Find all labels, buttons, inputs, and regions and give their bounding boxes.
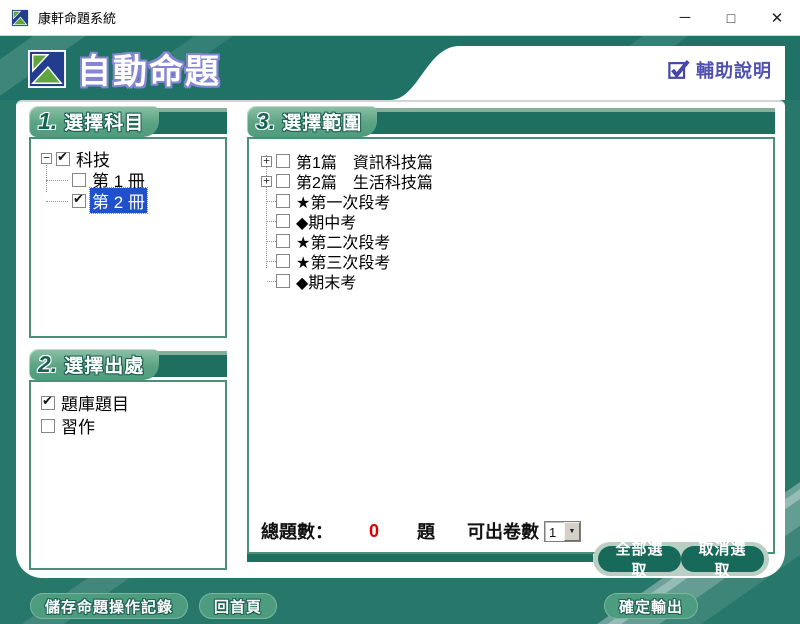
tree-row: + 第1篇 資訊科技篇 xyxy=(261,151,771,171)
footer-bar: 儲存命題操作記錄 回首頁 確定輸出 xyxy=(0,578,800,624)
panel-header-tab: 2. 選擇出處 xyxy=(29,349,159,380)
panel-title: 選擇出處 xyxy=(64,351,144,378)
tree-connector xyxy=(266,155,267,268)
panel-header-tab: 1. 選擇科目 xyxy=(29,106,159,137)
app-window: 康軒命題系統 ─ □ ✕ 自動命題 輔助說明 xyxy=(0,0,800,624)
checkbox-unchecked[interactable] xyxy=(276,214,290,228)
tree-connector xyxy=(41,190,72,211)
check-icon: ✔ xyxy=(57,149,68,165)
select-all-button[interactable]: 全部選取 xyxy=(598,546,681,572)
window-titlebar: 康軒命題系統 ─ □ ✕ xyxy=(0,0,800,36)
source-list-box: ✔ 題庫題目 習作 xyxy=(29,380,227,570)
checkbox-unchecked[interactable] xyxy=(276,274,290,288)
save-record-button[interactable]: 儲存命題操作記錄 xyxy=(30,593,188,619)
checkbox-unchecked[interactable] xyxy=(276,174,290,188)
help-button[interactable]: 輔助說明 xyxy=(668,57,772,83)
page-title-group: 自動命題 xyxy=(28,44,221,93)
range-bottom-bar xyxy=(247,554,593,562)
checkbox-unchecked[interactable] xyxy=(276,234,290,248)
window-title: 康軒命題系統 xyxy=(38,8,662,27)
paper-count-label: 可出卷數 xyxy=(467,518,539,544)
page-title: 自動命題 xyxy=(77,44,221,93)
panel-number: 2. xyxy=(38,351,57,378)
expand-toggle-icon[interactable]: + xyxy=(261,156,272,167)
tree-lead: + xyxy=(261,156,276,167)
tree-item-label-selected[interactable]: 第 2 冊 xyxy=(90,188,147,213)
checkbox-checked[interactable]: ✔ xyxy=(72,194,86,208)
panel-select-range: 3. 選擇範圍 + 第1篇 資訊科技篇 + 第2篇 生活科技篇 xyxy=(247,106,775,554)
help-check-icon xyxy=(668,59,690,81)
app-logo-icon xyxy=(11,9,29,27)
tree-lead: − xyxy=(41,153,56,164)
panel-header-tab: 3. 選擇範圍 xyxy=(247,106,377,137)
source-list: ✔ 題庫題目 習作 xyxy=(31,382,225,437)
tree-lead: + xyxy=(261,176,276,187)
minimize-button[interactable]: ─ xyxy=(662,0,708,36)
expand-toggle-icon[interactable]: + xyxy=(261,176,272,187)
checkbox-unchecked[interactable] xyxy=(41,419,55,433)
subject-tree: − ✔ 科技 第 1 冊 ✔ 第 2 冊 xyxy=(31,139,225,211)
tree-row: ◆期末考 xyxy=(261,271,771,291)
brand-logo-icon xyxy=(28,50,66,88)
main-content-card: 1. 選擇科目 − ✔ 科技 第 1 冊 xyxy=(16,100,785,578)
collapse-toggle-icon[interactable]: − xyxy=(41,153,52,164)
selection-buttons-strip: 全部選取 取消選取 xyxy=(593,542,769,576)
total-count-value: 0 xyxy=(369,521,379,542)
maximize-button[interactable]: □ xyxy=(708,0,754,36)
checkbox-unchecked[interactable] xyxy=(276,254,290,268)
paper-count-select[interactable]: 1 ▼ xyxy=(544,521,581,542)
tree-row: 第 1 冊 xyxy=(41,169,223,190)
panel-header: 2. 選擇出處 xyxy=(29,349,227,380)
deselect-button[interactable]: 取消選取 xyxy=(681,546,764,572)
panel-header: 3. 選擇範圍 xyxy=(247,106,775,137)
tree-row: ◆期中考 xyxy=(261,211,771,231)
tree-row: + 第2篇 生活科技篇 xyxy=(261,171,771,191)
checkbox-checked[interactable]: ✔ xyxy=(41,396,55,410)
list-item: 習作 xyxy=(41,414,223,437)
confirm-output-button[interactable]: 確定輸出 xyxy=(604,593,698,619)
tree-row: ★第一次段考 xyxy=(261,191,771,211)
help-button-label: 輔助說明 xyxy=(696,57,772,83)
checkbox-unchecked[interactable] xyxy=(276,154,290,168)
range-tree-box: + 第1篇 資訊科技篇 + 第2篇 生活科技篇 ★第一次段考 xyxy=(247,137,775,554)
panel-number: 1. xyxy=(38,108,57,135)
range-tree: + 第1篇 資訊科技篇 + 第2篇 生活科技篇 ★第一次段考 xyxy=(249,139,773,291)
tree-row: ★第二次段考 xyxy=(261,231,771,251)
home-button[interactable]: 回首頁 xyxy=(199,593,277,619)
tree-row: ✔ 第 2 冊 xyxy=(41,190,223,211)
checkbox-unchecked[interactable] xyxy=(276,194,290,208)
close-button[interactable]: ✕ xyxy=(754,0,800,36)
check-icon: ✔ xyxy=(73,191,84,207)
panel-title: 選擇科目 xyxy=(64,108,144,135)
paper-count-value: 1 xyxy=(545,522,564,541)
checkbox-checked[interactable]: ✔ xyxy=(56,152,70,166)
total-count-label: 總題數： xyxy=(261,518,333,544)
check-icon: ✔ xyxy=(42,393,53,409)
total-count-unit: 題 xyxy=(417,518,435,544)
panel-title: 選擇範圍 xyxy=(282,108,362,135)
dropdown-arrow-icon[interactable]: ▼ xyxy=(564,522,580,541)
subject-tree-box: − ✔ 科技 第 1 冊 ✔ 第 2 冊 xyxy=(29,137,227,338)
source-item-label[interactable]: 習作 xyxy=(59,413,97,438)
panel-number: 3. xyxy=(256,108,275,135)
checkbox-unchecked[interactable] xyxy=(72,173,86,187)
panel-select-source: 2. 選擇出處 ✔ 題庫題目 習作 xyxy=(29,349,227,570)
tree-row: − ✔ 科技 xyxy=(41,148,223,169)
tree-item-label[interactable]: ◆期末考 xyxy=(294,269,358,293)
panel-header: 1. 選擇科目 xyxy=(29,106,227,137)
panel-select-subject: 1. 選擇科目 − ✔ 科技 第 1 冊 xyxy=(29,106,227,338)
list-item: ✔ 題庫題目 xyxy=(41,391,223,414)
tree-row: ★第三次段考 xyxy=(261,251,771,271)
source-item-label[interactable]: 題庫題目 xyxy=(59,390,131,415)
